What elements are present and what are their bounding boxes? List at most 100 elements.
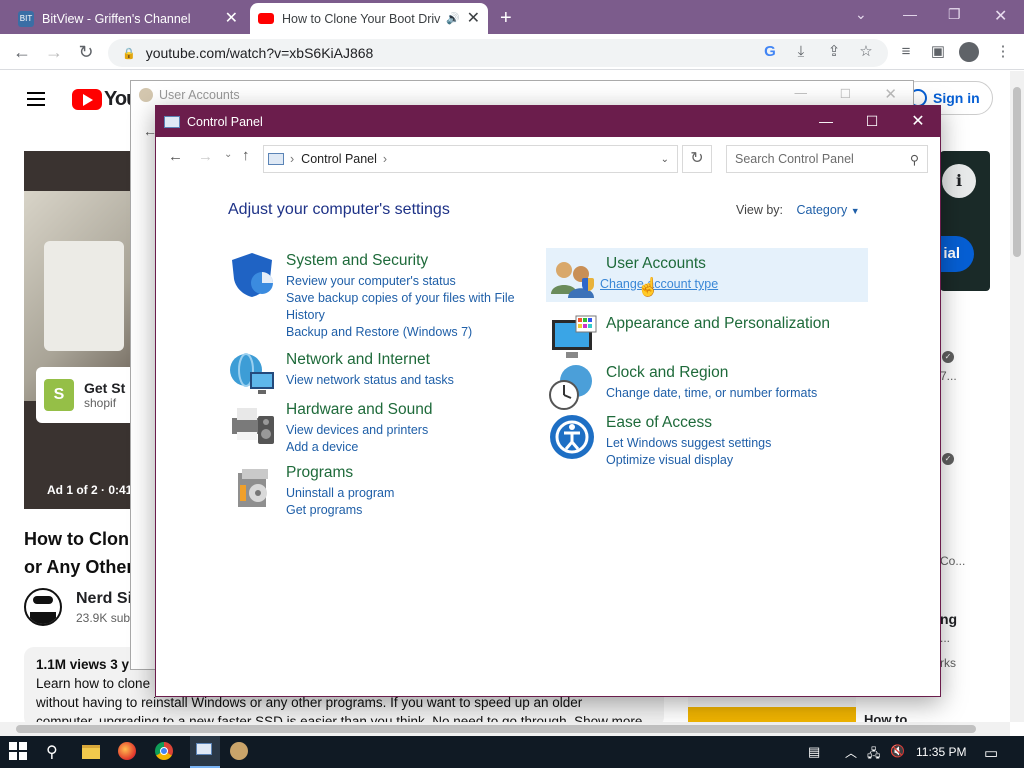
google-translate-icon[interactable]: G: [761, 43, 779, 61]
category-hardware-sound: Hardware and Sound View devices and prin…: [228, 400, 433, 456]
file-explorer-icon[interactable]: [82, 742, 104, 764]
side-panel-icon[interactable]: ▣: [929, 43, 947, 61]
url-text: youtube.com/watch?v=xbS6KiAJ868: [145, 45, 374, 61]
category-link[interactable]: View devices and printers: [286, 422, 433, 439]
tab-youtube-video[interactable]: How to Clone Your Boot Driv 🔊 ✕: [250, 3, 488, 34]
speaker-icon[interactable]: 🔊: [446, 12, 460, 25]
close-icon[interactable]: ✕: [225, 10, 238, 27]
category-title[interactable]: Appearance and Personalization: [606, 314, 830, 334]
horizontal-scrollbar[interactable]: [0, 722, 1010, 736]
youtube-play-icon: [72, 89, 102, 110]
control-panel-window[interactable]: Control Panel — ☐ ✕ ← → ⌄ ↑ › Control Pa…: [155, 105, 941, 697]
firefox-icon[interactable]: [118, 742, 140, 764]
tray-chevron-up-icon[interactable]: ︿: [845, 744, 857, 761]
category-link[interactable]: Save backup copies of your files with Fi…: [286, 290, 518, 324]
category-title[interactable]: Network and Internet: [286, 350, 454, 370]
hamburger-menu-icon[interactable]: [27, 88, 45, 110]
channel-avatar[interactable]: [24, 588, 62, 626]
close-icon[interactable]: ✕: [884, 85, 897, 103]
more-menu-icon[interactable]: ⋮: [994, 43, 1012, 61]
channel-name[interactable]: Nerd Si: [76, 590, 132, 608]
windows-start-icon[interactable]: [9, 742, 31, 764]
notification-icon[interactable]: ▭: [984, 744, 998, 762]
category-title[interactable]: Hardware and Sound: [286, 400, 433, 420]
forward-arrow-icon[interactable]: →: [198, 148, 213, 165]
close-icon[interactable]: ✕: [895, 106, 941, 137]
lock-icon: 🔒: [122, 47, 136, 60]
media-control-icon[interactable]: ≡: [897, 43, 915, 61]
refresh-icon[interactable]: ↻: [682, 145, 712, 173]
chrome-icon[interactable]: [155, 742, 177, 764]
category-title[interactable]: Programs: [286, 463, 394, 483]
category-link[interactable]: Let Windows suggest settings: [606, 435, 771, 452]
bookmark-star-icon[interactable]: ☆: [857, 43, 875, 61]
category-link[interactable]: Backup and Restore (Windows 7): [286, 324, 518, 341]
sign-in-label: Sign in: [933, 90, 980, 106]
close-icon[interactable]: ✕: [994, 6, 1007, 26]
restore-icon[interactable]: ❐: [948, 6, 961, 23]
tab-search-chevron-icon[interactable]: ⌄: [855, 6, 867, 23]
category-title[interactable]: Ease of Access: [606, 413, 771, 433]
minimize-icon[interactable]: —: [803, 106, 849, 137]
chevron-right-icon[interactable]: ›: [383, 152, 387, 166]
minimize-icon[interactable]: —: [795, 86, 808, 100]
side-video-title[interactable]: How to: [864, 712, 907, 722]
category-title[interactable]: Clock and Region: [606, 363, 817, 383]
category-link[interactable]: Review your computer's status: [286, 273, 518, 290]
category-link[interactable]: Uninstall a program: [286, 485, 394, 502]
reload-icon[interactable]: ↻: [74, 42, 98, 63]
install-icon[interactable]: ⤓: [792, 43, 810, 61]
channel-info[interactable]: Nerd Si 23.9K sub: [24, 588, 132, 626]
category-link[interactable]: Optimize visual display: [606, 452, 771, 469]
clock-time[interactable]: 11:35 PM: [916, 745, 966, 759]
side-thumbnail[interactable]: [688, 711, 856, 722]
video-player[interactable]: [24, 151, 134, 509]
breadcrumb[interactable]: Control Panel: [301, 152, 377, 166]
vertical-scrollbar[interactable]: [1010, 71, 1024, 722]
shield-icon: [228, 251, 280, 303]
back-arrow-icon[interactable]: ←: [10, 42, 34, 63]
minimize-icon[interactable]: —: [903, 6, 917, 22]
bitview-favicon-icon: BIT: [18, 10, 34, 27]
category-link[interactable]: Add a device: [286, 439, 433, 456]
maximize-icon[interactable]: ☐: [840, 86, 851, 101]
navigation-bar: ← → ⌄ ↑ › Control Panel › ⌄ ↻ Search Con…: [156, 137, 940, 179]
speaker-muted-icon[interactable]: 🔇: [890, 744, 905, 758]
user-accounts-taskbar-icon[interactable]: [230, 742, 252, 764]
video-object: [44, 241, 124, 351]
back-arrow-icon[interactable]: ←: [168, 148, 183, 165]
new-tab-button[interactable]: +: [500, 7, 512, 30]
up-arrow-icon[interactable]: ↑: [242, 147, 250, 164]
keyboard-icon[interactable]: ▤: [808, 744, 820, 760]
side-text: ...: [940, 631, 951, 645]
recent-locations-chevron-icon[interactable]: ⌄: [224, 149, 232, 160]
profile-avatar-icon[interactable]: [959, 42, 979, 62]
ad-card[interactable]: S Get St shopif: [36, 367, 136, 423]
control-panel-taskbar-icon[interactable]: [190, 736, 220, 768]
category-link[interactable]: View network status and tasks: [286, 372, 454, 389]
maximize-icon[interactable]: ☐: [849, 106, 895, 137]
ease-of-access-icon: [548, 413, 600, 465]
info-icon[interactable]: i: [942, 164, 976, 198]
window-title: Control Panel: [187, 114, 263, 129]
tab-bitview[interactable]: BIT BitView - Griffen's Channel ✕: [10, 3, 246, 34]
address-bar[interactable]: › Control Panel › ⌄: [263, 145, 678, 173]
category-title[interactable]: User Accounts: [606, 254, 742, 274]
close-icon[interactable]: ✕: [467, 10, 480, 27]
view-by: View by: Category ▼: [736, 203, 860, 217]
category-link[interactable]: Change date, time, or number formats: [606, 385, 817, 402]
appearance-monitor-icon: [548, 314, 600, 366]
search-icon[interactable]: ⚲: [46, 742, 68, 764]
view-by-dropdown[interactable]: Category ▼: [797, 203, 860, 217]
search-input[interactable]: Search Control Panel ⚲: [726, 145, 928, 173]
category-link[interactable]: Get programs: [286, 502, 394, 519]
network-icon[interactable]: 🖧: [867, 744, 880, 765]
view-by-value: Category: [796, 203, 848, 217]
share-icon[interactable]: ⇪: [825, 43, 843, 61]
youtube-logo[interactable]: You: [72, 88, 138, 111]
window-title: User Accounts: [159, 88, 240, 102]
dropdown-chevron-icon[interactable]: ⌄: [661, 154, 669, 165]
category-title[interactable]: System and Security: [286, 251, 518, 271]
forward-arrow-icon[interactable]: →: [42, 42, 66, 63]
control-panel-icon: [164, 115, 180, 128]
